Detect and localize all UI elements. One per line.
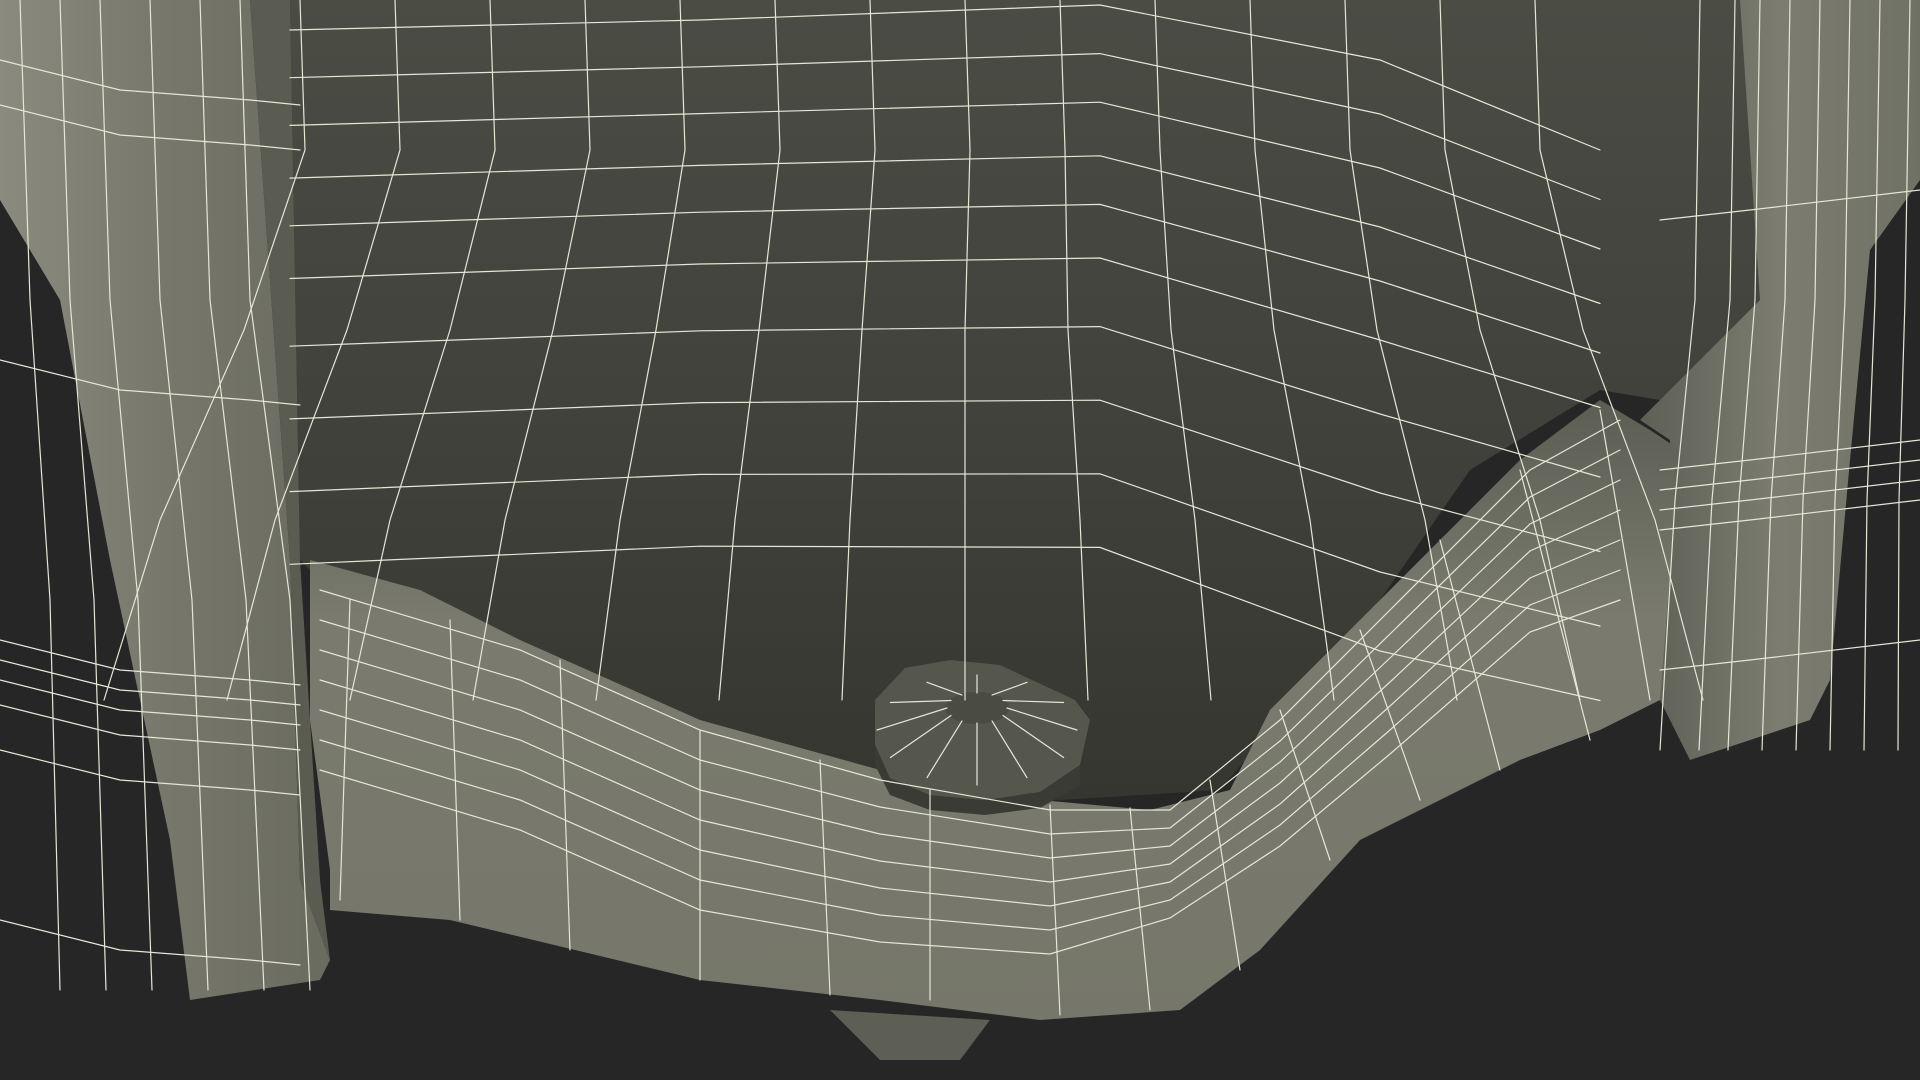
render-viewport xyxy=(0,0,1920,1080)
urinal-model xyxy=(0,0,1920,1060)
base-nub xyxy=(830,1010,990,1060)
